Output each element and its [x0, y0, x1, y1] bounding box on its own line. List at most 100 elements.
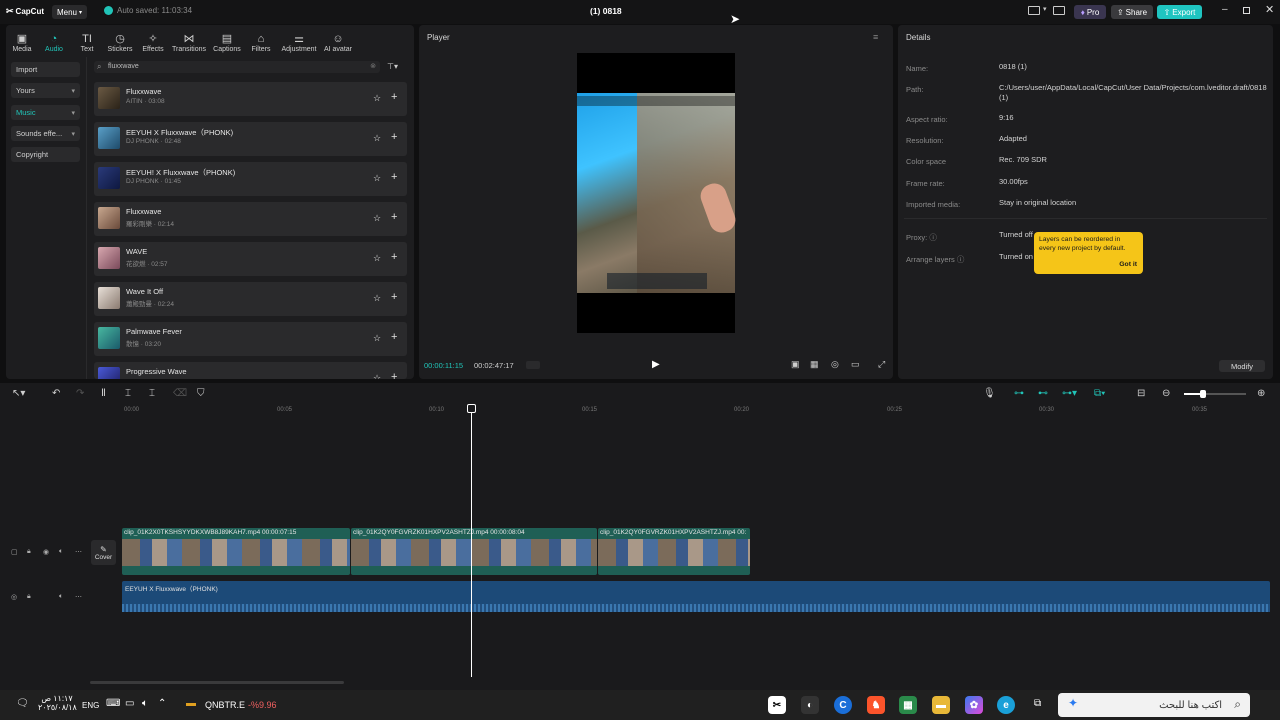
search-input[interactable]: ⌕ fluxxwave ⊗ [94, 61, 380, 73]
chevron-up-icon[interactable]: ⌃ [158, 698, 166, 709]
star-icon[interactable]: ☆ [373, 213, 381, 224]
minimize-icon[interactable]: – [1222, 4, 1228, 15]
timecode-icon[interactable] [526, 361, 540, 369]
lock-icon[interactable]: 🔒︎ [27, 593, 31, 601]
list-item[interactable]: Wave It Off 蕭殿勁曼 · 02:24 ☆ + [94, 282, 407, 316]
modify-button[interactable]: Modify [1219, 360, 1265, 372]
tab-stickers[interactable]: ◷ Stickers [105, 27, 135, 53]
add-icon[interactable]: + [391, 331, 397, 343]
add-icon[interactable]: + [391, 131, 397, 143]
add-icon[interactable]: + [391, 371, 397, 379]
audio-clip[interactable]: EEYUH X Fluxxwave（PHONK) [122, 581, 1270, 612]
menu-button[interactable]: Menu ▾ [52, 5, 87, 19]
close-icon[interactable]: ✕ [1265, 3, 1274, 16]
tab-text[interactable]: TI Text [76, 27, 98, 53]
tab-media[interactable]: ▣ Media [10, 27, 34, 53]
task-view-icon[interactable]: ⧉ [1034, 698, 1041, 709]
maximize-icon[interactable] [1243, 7, 1250, 14]
tab-audio[interactable]: ◔ Audio [42, 27, 66, 53]
video-preview[interactable] [577, 53, 739, 333]
zoom-in-icon[interactable]: ⊕ [1257, 388, 1265, 399]
list-item[interactable]: Progressive Wave ☆ + [94, 362, 407, 379]
tab-filters[interactable]: ⌂ Filters [248, 27, 274, 53]
zoom-out-icon[interactable]: ⊖ [1162, 388, 1170, 399]
lock-icon[interactable]: 🔒︎ [27, 548, 31, 556]
preview-axis-icon[interactable]: ⧉▾ [1094, 388, 1105, 399]
tab-ai-avatar[interactable]: ☺ AI avatar [321, 27, 355, 53]
sidebar-item-copyright[interactable]: Copyright [11, 147, 80, 162]
horizontal-scrollbar[interactable] [90, 681, 344, 684]
snapshot-icon[interactable]: ▣ [791, 359, 800, 370]
list-item[interactable]: WAVE 花欲燃 · 02:57 ☆ + [94, 242, 407, 276]
search-input[interactable]: ✦ اكتب هنا للبحث ⌕ [1058, 693, 1250, 717]
quality-icon[interactable]: ▦ [810, 359, 819, 370]
sidebar-item-yours[interactable]: Yours ▾ [11, 83, 80, 98]
play-icon[interactable]: ▶ [652, 359, 660, 370]
star-icon[interactable]: ☆ [373, 173, 381, 184]
filter-icon[interactable]: ⊤▾ [387, 62, 398, 71]
sidebar-item-import[interactable]: Import [11, 62, 80, 77]
network-icon[interactable]: ▭ [125, 698, 134, 709]
chevron-down-icon[interactable]: ▾ [1043, 5, 1047, 13]
playhead-handle[interactable] [467, 404, 476, 413]
video-clip[interactable]: clip_01K2QY0FGVRZK01HXPV2ASHTZJ.mp4 00: [598, 528, 750, 575]
list-item[interactable]: EEYUH X Fluxxwave（PHONK) DJ PHONK · 02:4… [94, 122, 407, 156]
star-icon[interactable]: ☆ [373, 333, 381, 344]
hamburger-icon[interactable]: ≡ [873, 32, 878, 42]
sidebar-item-sounds-effects[interactable]: Sounds effe... ▾ [11, 126, 80, 141]
cover-button[interactable]: ✎ Cover [91, 540, 116, 565]
store-app-icon[interactable]: ▦ [899, 696, 917, 714]
fullscreen-icon[interactable]: ⤢ [878, 359, 885, 370]
speaker-icon[interactable]: 🔈︎ [59, 593, 63, 601]
add-icon[interactable]: + [391, 211, 397, 223]
eye-icon[interactable]: ◉ [43, 548, 49, 556]
more-icon[interactable]: ⋯ [75, 593, 82, 601]
edge-app-icon[interactable]: e [997, 696, 1015, 714]
sidebar-item-music[interactable]: Music ▾ [11, 105, 80, 120]
volume-icon[interactable]: 🔈︎ [142, 698, 148, 709]
star-icon[interactable]: ☆ [373, 373, 381, 379]
tab-adjustment[interactable]: ⚌ Adjustment [278, 27, 320, 53]
brave-app-icon[interactable]: ♞ [867, 696, 885, 714]
playhead[interactable] [471, 405, 472, 677]
video-clip[interactable]: clip_01K2QY0FGVRZK01HXPV2ASHTZJ.mp4 00:0… [351, 528, 597, 575]
add-icon[interactable]: + [391, 91, 397, 103]
list-item[interactable]: EEYUH! X Fluxxwave（PHONK) DJ PHONK · 01:… [94, 162, 407, 196]
split-icon[interactable]: Ⅱ [101, 388, 106, 399]
add-icon[interactable]: + [391, 171, 397, 183]
add-icon[interactable]: + [391, 291, 397, 303]
copilot-app-icon[interactable]: ✿ [965, 696, 983, 714]
language-indicator[interactable]: ENG [82, 701, 99, 710]
crop-icon[interactable]: ◎ [831, 359, 839, 370]
subtitle-icon[interactable] [1053, 6, 1065, 15]
stock-name[interactable]: QNBTR.E [205, 700, 245, 710]
delete-icon[interactable]: ⌫ [173, 388, 187, 399]
tab-captions[interactable]: ▤ Captions [211, 27, 243, 53]
fit-icon[interactable]: ⊟ [1137, 388, 1145, 399]
magnet-icon[interactable]: ⊷ [1038, 388, 1048, 399]
link-icon[interactable]: ⊶ [1014, 388, 1024, 399]
list-item[interactable]: Fluxxwave 羅彩剛樂 · 02:14 ☆ + [94, 202, 407, 236]
share-button[interactable]: ⇪ Share [1111, 5, 1153, 19]
microphone-icon[interactable]: 🎙︎ [983, 388, 996, 399]
tab-effects[interactable]: ✧ Effects [140, 27, 166, 53]
clock[interactable]: ١١:١٧ ص ٢٠٢٥/٠٨/١٨ [38, 694, 77, 712]
capcut-app-icon[interactable]: ✂ [768, 696, 786, 714]
split-right-icon[interactable]: ⌶ [149, 388, 155, 399]
split-left-icon[interactable]: ⌶ [125, 388, 131, 399]
speaker-icon[interactable]: 🔈︎ [59, 548, 63, 556]
undo-icon[interactable]: ↶ [52, 388, 60, 399]
layout-icon[interactable] [1028, 6, 1040, 15]
add-icon[interactable]: + [391, 251, 397, 263]
redo-icon[interactable]: ↷ [76, 388, 84, 399]
more-icon[interactable]: ⋯ [75, 548, 82, 556]
got-it-button[interactable]: Got it [1119, 261, 1137, 270]
star-icon[interactable]: ☆ [373, 293, 381, 304]
star-icon[interactable]: ☆ [373, 133, 381, 144]
ratio-icon[interactable]: ▭ [851, 359, 860, 370]
obs-app-icon[interactable]: ◐ [801, 696, 819, 714]
keyboard-icon[interactable]: ⌨ [106, 698, 120, 709]
export-button[interactable]: ⇧ Export [1157, 5, 1202, 19]
pro-button[interactable]: ♦ Pro [1074, 5, 1106, 19]
notification-icon[interactable]: 🗨︎ [16, 698, 29, 709]
